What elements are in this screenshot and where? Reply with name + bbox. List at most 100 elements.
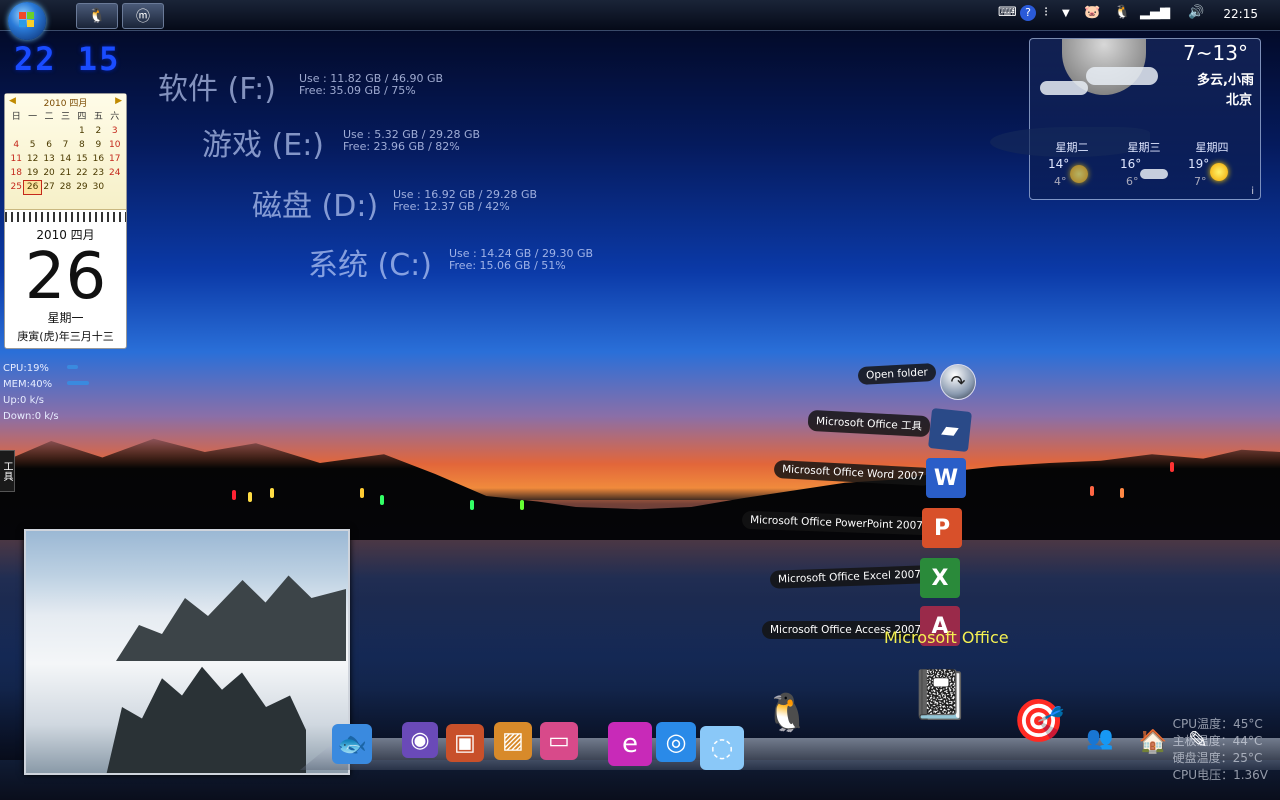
- forecast-day-name: 星期二: [1055, 141, 1089, 154]
- calendar-weekday-header: 五: [93, 112, 103, 122]
- prev-month-icon[interactable]: ◀: [9, 96, 16, 109]
- excel-icon[interactable]: X: [920, 558, 960, 598]
- calendar-day-cell[interactable]: 20: [41, 167, 57, 180]
- pig-icon[interactable]: 🐷: [1084, 5, 1100, 20]
- forecast-low: 6°: [1126, 175, 1139, 188]
- chevron-down-icon[interactable]: ▼: [1062, 8, 1070, 19]
- drive-stats: Use : 16.92 GB / 29.28 GB Free: 12.37 GB…: [393, 189, 537, 213]
- drive-free: Free: 15.06 GB / 51%: [449, 259, 566, 272]
- drive-name: 软件 (F:): [158, 72, 276, 107]
- forecast-day: 星期二 14° 4°: [1042, 139, 1102, 188]
- weather-gadget[interactable]: 7~13° 多云,小雨 北京 星期二 14° 4° 星期三 16° 6° 星期四…: [990, 38, 1261, 200]
- calendar-gadget: ◀ 2010 四月 ▶ 日一二三四五六 1 2 3 4 5 6 7 8 9 10 11 12 13 14 15…: [4, 93, 127, 349]
- calendar-day-cell[interactable]: 10: [107, 139, 123, 152]
- calendar-day-cell[interactable]: 8: [74, 139, 90, 152]
- mountain-peak: [116, 575, 346, 661]
- maxthon-task-button[interactable]: ⓜ: [122, 3, 164, 29]
- taskbar-clock[interactable]: 22:15: [1223, 7, 1258, 21]
- finance-icon[interactable]: 🎯: [1004, 686, 1074, 756]
- calendar-day-cell[interactable]: 11: [8, 153, 24, 166]
- word-icon[interactable]: W: [926, 458, 966, 498]
- calendar-day-cell[interactable]: 24: [107, 167, 123, 180]
- calendar-day-cell[interactable]: 14: [57, 153, 73, 166]
- drive-f: 软件 (F:) Use : 11.82 GB / 46.90 GB Free: …: [158, 64, 443, 108]
- notebook-icon[interactable]: 📓: [900, 654, 980, 734]
- calendar-day-cell[interactable]: 25: [8, 181, 24, 194]
- calendar-day-cell[interactable]: 2: [90, 125, 106, 138]
- calendar-day-cell[interactable]: 23: [90, 167, 106, 180]
- calendar-header: 2010 四月: [43, 99, 88, 109]
- media-player-icon[interactable]: ◉: [402, 722, 438, 758]
- clipboard-icon[interactable]: ▮: [1164, 5, 1171, 20]
- calendar-day-cell[interactable]: 9: [90, 139, 106, 152]
- calendar-day-cell[interactable]: 19: [24, 167, 40, 180]
- calendar-day-cell[interactable]: 3: [107, 125, 123, 138]
- calendar-month-view: ◀ 2010 四月 ▶ 日一二三四五六 1 2 3 4 5 6 7 8 9 10 11 12 13 14 15…: [5, 94, 126, 210]
- calendar-day-cell[interactable]: 12: [24, 153, 40, 166]
- stack-item-label[interactable]: Microsoft Office Word 2007: [773, 459, 933, 487]
- drive-name: 游戏 (E:): [202, 128, 325, 163]
- drive-free: Free: 23.96 GB / 82%: [343, 140, 460, 153]
- chat-icon[interactable]: ◌: [700, 726, 744, 770]
- help-icon[interactable]: ?: [1020, 5, 1036, 21]
- forecast-low: 4°: [1054, 175, 1067, 188]
- calendar-day-cell[interactable]: 5: [24, 139, 40, 152]
- drive-free: Free: 12.37 GB / 42%: [393, 200, 510, 213]
- tray-app-icon[interactable]: 🐧: [1114, 5, 1130, 20]
- photo-frame-gadget[interactable]: [24, 529, 350, 775]
- open-folder-label[interactable]: Open folder: [857, 362, 937, 386]
- sun-icon: [1210, 163, 1228, 181]
- home-icon[interactable]: 🏠: [1134, 722, 1172, 760]
- calendar-day-cell[interactable]: 13: [41, 153, 57, 166]
- calendar-day-cell[interactable]: 7: [57, 139, 73, 152]
- contacts-icon[interactable]: 👥: [1082, 720, 1118, 756]
- next-month-icon[interactable]: ▶: [115, 96, 122, 109]
- drive-name: 系统 (C:): [308, 248, 432, 283]
- photo-viewer-icon[interactable]: ▨: [494, 722, 532, 760]
- fish-icon[interactable]: 🐟: [332, 724, 372, 764]
- drive-c: 系统 (C:) Use : 14.24 GB / 29.30 GB Free: …: [308, 240, 593, 284]
- calendar-day-cell[interactable]: 22: [74, 167, 90, 180]
- mountain-peak: [106, 666, 306, 773]
- video-icon[interactable]: ▣: [446, 724, 484, 762]
- open-folder-arrow-icon[interactable]: ↷: [940, 364, 976, 400]
- calendar-day-cell[interactable]: 16: [90, 153, 106, 166]
- hardware-monitor: CPU温度：45°C 主板温度：44°C 硬盘温度：25°C CPU电压：1.3…: [1173, 716, 1268, 784]
- volume-icon[interactable]: 🔊: [1188, 5, 1204, 20]
- music-icon[interactable]: ▭: [540, 722, 578, 760]
- calendar-grid: 日一二三四五六 1 2 3 4 5 6 7 8 9 10 11 12 13 14 15 16 17 18 19 20 21…: [5, 111, 126, 195]
- calendar-weekday-header: 六: [110, 112, 120, 122]
- keyboard-icon[interactable]: ⌨: [998, 5, 1017, 20]
- email-icon[interactable]: e: [608, 722, 652, 766]
- calendar-day-cell[interactable]: 17: [107, 153, 123, 166]
- tools-side-tab[interactable]: 工具: [0, 450, 15, 492]
- calendar-day-cell[interactable]: 18: [8, 167, 24, 180]
- qq-task-button[interactable]: 🐧: [76, 3, 118, 29]
- calendar-day-cell[interactable]: 27: [41, 181, 57, 194]
- forecast-day: 星期三 16° 6°: [1114, 139, 1174, 188]
- treeline-silhouette: [0, 438, 1280, 540]
- calendar-day-cell[interactable]: 4: [8, 139, 24, 152]
- calendar-day-cell[interactable]: 28: [57, 181, 73, 194]
- calendar-day-cell[interactable]: 15: [74, 153, 90, 166]
- mem-bar: [67, 381, 89, 385]
- folder-icon[interactable]: ▰: [928, 408, 972, 452]
- powerpoint-icon[interactable]: P: [922, 508, 962, 548]
- calendar-day-cell[interactable]: 29: [74, 181, 90, 194]
- calendar-lunar-date: 庚寅(虎)年三月十三: [17, 330, 114, 343]
- taskbar: 🐧 ⓜ ⌨ ? ⁝ ▼ 🐷 🐧 ▂▄▆ ▮ 🔊 22:15: [0, 0, 1280, 40]
- calendar-day-cell[interactable]: 26: [23, 180, 42, 195]
- cpu-voltage: CPU电压：1.36V: [1172, 768, 1268, 782]
- calendar-day-cell[interactable]: 30: [90, 181, 106, 194]
- browser-icon[interactable]: ◎: [656, 722, 696, 762]
- calendar-day-cell[interactable]: 1: [74, 125, 90, 138]
- calendar-day-cell[interactable]: 21: [57, 167, 73, 180]
- start-button[interactable]: [8, 2, 46, 40]
- calendar-day-cell[interactable]: 6: [41, 139, 57, 152]
- info-icon[interactable]: i: [1251, 186, 1254, 197]
- drive-free: Free: 35.09 GB / 75%: [299, 84, 416, 97]
- stack-item-label[interactable]: Microsoft Office 工具: [807, 409, 931, 438]
- qq-icon[interactable]: 🐧: [756, 682, 818, 744]
- calendar-weekday: 星期一: [47, 311, 84, 325]
- tray-menu-icon[interactable]: ⁝: [1044, 5, 1048, 20]
